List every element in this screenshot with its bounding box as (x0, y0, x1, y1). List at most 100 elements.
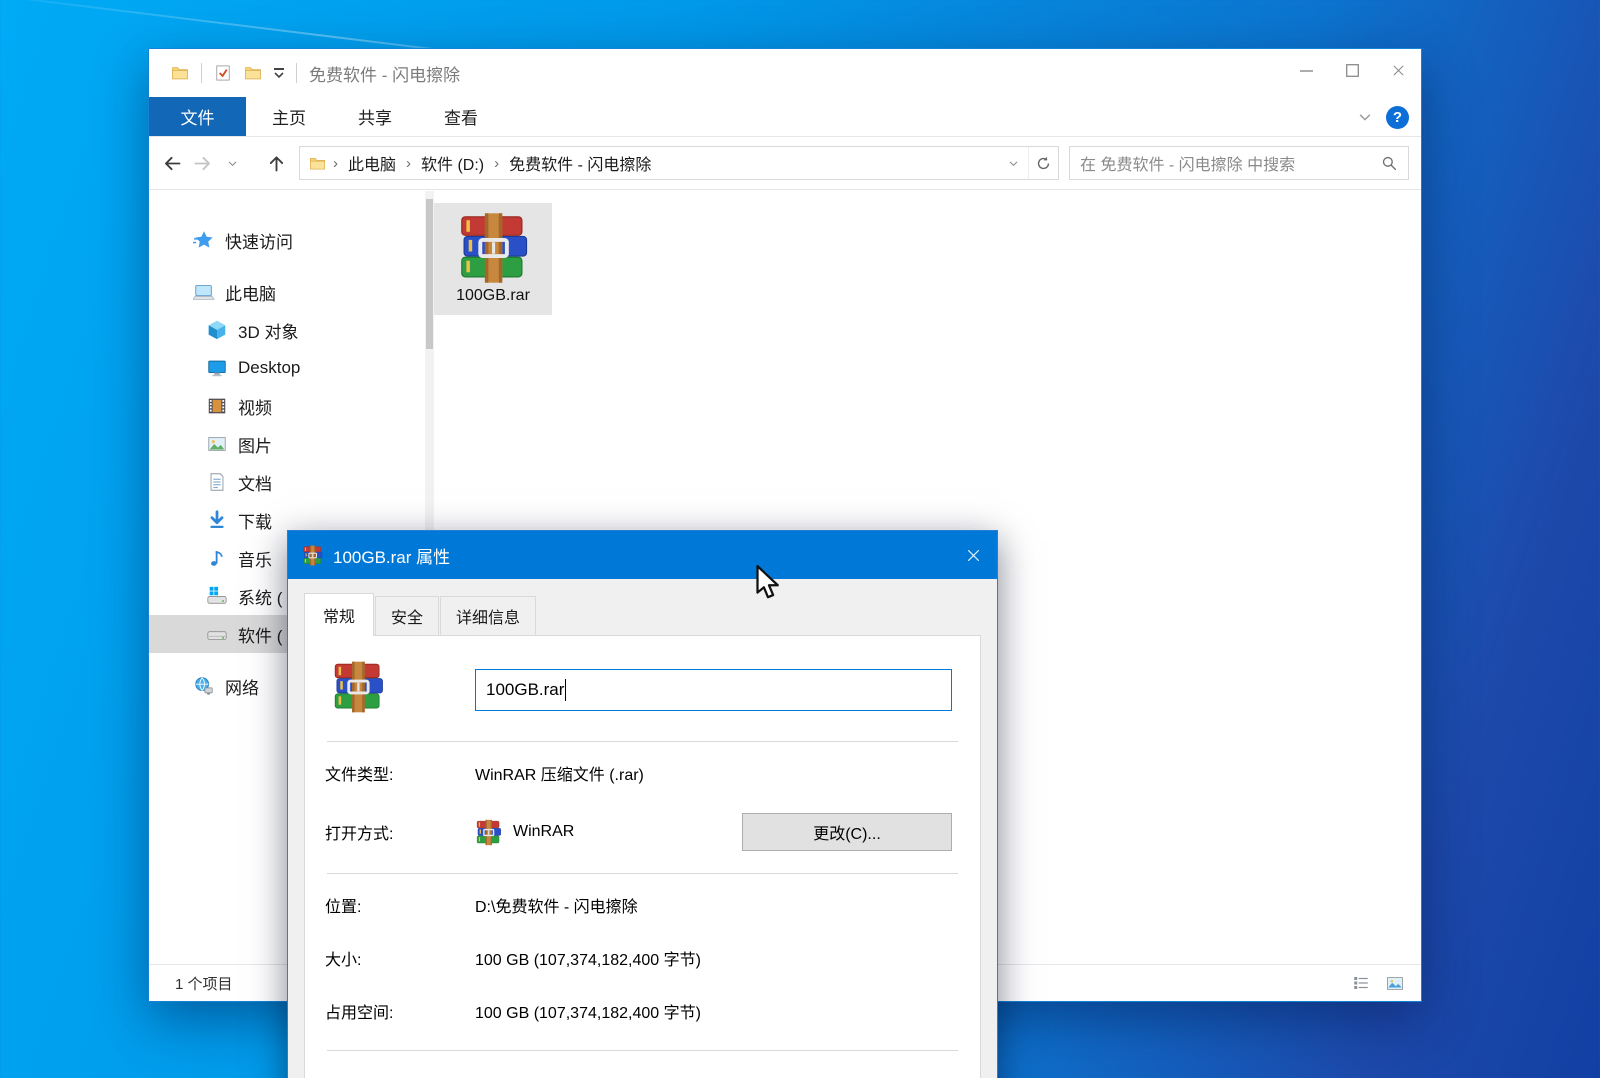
location-label: 位置: (325, 893, 475, 917)
chevron-down-icon (274, 72, 284, 79)
dialog-close-button[interactable] (949, 531, 997, 579)
refresh-button[interactable] (1028, 147, 1058, 179)
tab-view[interactable]: 查看 (418, 97, 504, 136)
tab-share[interactable]: 共享 (332, 97, 418, 136)
location-value: D:\免费软件 - 闪电擦除 (475, 893, 638, 917)
file-type-value: WinRAR 压缩文件 (.rar) (475, 761, 644, 785)
general-tab-page: 100GB.rar 文件类型: WinRAR 压缩文件 (.rar) 打开方式:… (304, 635, 981, 1078)
search-icon (1380, 154, 1398, 172)
properties-dialog: 100GB.rar 属性 常规 安全 详细信息 100GB.rar 文件类型: … (287, 530, 998, 1078)
sidebar-item-quick-access[interactable]: 快速访问 (149, 221, 434, 259)
file-icon-cell (325, 660, 475, 719)
divider (201, 63, 202, 83)
sidebar-item-label: 视频 (238, 394, 272, 419)
open-with-label: 打开方式: (325, 820, 475, 844)
divider (327, 873, 958, 874)
back-button[interactable] (157, 148, 187, 178)
filename-input[interactable]: 100GB.rar (475, 669, 952, 711)
breadcrumb-separator: › (488, 155, 505, 172)
network-globe-icon (193, 675, 215, 697)
recent-locations-dropdown[interactable] (217, 148, 247, 178)
minimize-icon (1300, 64, 1313, 77)
open-with-value: WinRAR (513, 823, 574, 841)
dialog-tab-strip: 常规 安全 详细信息 (288, 579, 997, 635)
sidebar-item-this-pc[interactable]: 此电脑 (149, 273, 434, 311)
qat-properties-icon[interactable] (213, 63, 233, 83)
expand-ribbon-chevron-icon[interactable] (1356, 108, 1374, 126)
large-icons-view-button[interactable] (1383, 973, 1407, 993)
cube-icon (206, 319, 228, 341)
document-icon (206, 471, 228, 493)
chevron-down-icon (226, 157, 239, 170)
change-button[interactable]: 更改(C)... (742, 813, 952, 851)
address-dropdown-button[interactable] (998, 147, 1028, 179)
dialog-title-bar: 100GB.rar 属性 (288, 531, 997, 579)
divider (327, 741, 958, 742)
tab-details[interactable]: 详细信息 (440, 596, 536, 635)
minimize-button[interactable] (1283, 49, 1329, 91)
picture-icon (206, 433, 228, 455)
forward-arrow-icon (192, 153, 213, 174)
film-icon (206, 395, 228, 417)
sidebar-item-label: 此电脑 (225, 280, 276, 305)
qat-dropdown-bar (274, 68, 284, 70)
sidebar-item-label: 快速访问 (225, 228, 293, 253)
file-type-label: 文件类型: (325, 761, 475, 785)
breadcrumb-this-pc[interactable]: 此电脑 (344, 151, 400, 175)
tab-home[interactable]: 主页 (246, 97, 332, 136)
divider (327, 1050, 958, 1051)
sidebar-item-label: 图片 (238, 432, 272, 457)
items-count: 1 个项目 (175, 973, 233, 994)
back-arrow-icon (162, 153, 183, 174)
divider (296, 63, 297, 83)
file-item-100gb-rar[interactable]: 100GB.rar (434, 203, 552, 315)
sidebar-item-label: 音乐 (238, 546, 272, 571)
up-button[interactable] (261, 148, 291, 178)
thumbnail-view-icon (1384, 974, 1406, 993)
breadcrumb-current-folder[interactable]: 免费软件 - 闪电擦除 (505, 151, 655, 175)
sidebar-item-label: 文档 (238, 470, 272, 495)
system-drive-icon (206, 585, 228, 607)
music-note-icon (206, 547, 228, 569)
winrar-app-icon (475, 819, 502, 846)
forward-button[interactable] (187, 148, 217, 178)
tab-general[interactable]: 常规 (304, 593, 374, 636)
sidebar-item-3d-objects[interactable]: 3D 对象 (149, 311, 434, 349)
sidebar-item-label: 系统 ( (238, 584, 282, 609)
sidebar-item-label: 网络 (225, 674, 259, 699)
window-title: 免费软件 - 闪电擦除 (309, 61, 460, 86)
sidebar-item-label: 软件 ( (238, 622, 282, 647)
tab-security[interactable]: 安全 (375, 596, 439, 635)
qat-new-folder-icon[interactable] (243, 63, 263, 83)
details-view-button[interactable] (1349, 973, 1373, 993)
sidebar-item-label: 3D 对象 (238, 318, 298, 343)
sidebar-item-desktop[interactable]: Desktop (149, 349, 434, 387)
help-button[interactable]: ? (1386, 106, 1409, 129)
sidebar-item-documents[interactable]: 文档 (149, 463, 434, 501)
ribbon-tab-bar: 文件 主页 共享 查看 ? (149, 97, 1421, 137)
close-icon (1391, 63, 1406, 78)
maximize-button[interactable] (1329, 49, 1375, 91)
window-folder-icon (170, 63, 190, 83)
search-input[interactable]: 在 免费软件 - 闪电擦除 中搜索 (1069, 146, 1409, 180)
sidebar-item-pictures[interactable]: 图片 (149, 425, 434, 463)
tab-file[interactable]: 文件 (149, 97, 246, 136)
address-bar-row: › 此电脑 › 软件 (D:) › 免费软件 - 闪电擦除 在 免费软件 - 闪… (149, 137, 1421, 190)
qat-customize-dropdown[interactable] (274, 68, 284, 79)
close-button[interactable] (1375, 49, 1421, 91)
address-bar[interactable]: › 此电脑 › 软件 (D:) › 免费软件 - 闪电擦除 (299, 146, 1059, 180)
drive-icon (206, 623, 228, 645)
list-view-icon (1351, 974, 1371, 992)
refresh-icon (1035, 155, 1052, 172)
chevron-down-icon (1007, 157, 1020, 170)
quick-access-star-icon (193, 229, 215, 251)
size-value: 100 GB (107,374,182,400 字节) (475, 946, 701, 970)
size-on-disk-label: 占用空间: (325, 999, 475, 1023)
up-arrow-icon (266, 153, 287, 174)
sidebar-item-videos[interactable]: 视频 (149, 387, 434, 425)
maximize-icon (1346, 64, 1359, 77)
breadcrumb-drive-d[interactable]: 软件 (D:) (417, 151, 488, 175)
filename-text: 100GB.rar (486, 680, 564, 700)
scrollbar-thumb[interactable] (426, 199, 433, 349)
file-name-label: 100GB.rar (456, 287, 530, 305)
